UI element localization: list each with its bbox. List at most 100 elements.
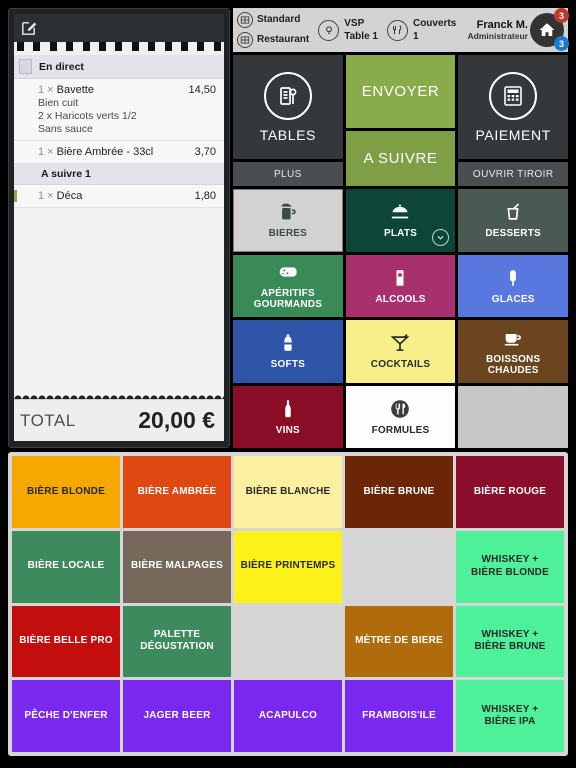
category-tile-empty [458,385,568,448]
upper-region: En direct 1 × Bavette 14,50 Bien cuit 2 x Ha… [8,8,569,448]
product-tile-bi-re-ambr-e[interactable]: BIÈRE AMBRÉE [123,456,231,528]
receipt-tear-edge [14,393,224,399]
notification-badge-blue[interactable]: 3 [554,36,569,51]
product-label: PÊCHE D'ENFER [24,709,108,721]
category-label: BIERES [268,228,308,240]
product-label: PALETTE DÉGUSTATION [140,628,214,653]
category-label: FORMULES [371,424,430,436]
mode-selector[interactable]: Standard Restaurant [237,12,309,48]
product-tile-frambois-ile[interactable]: FRAMBOIS'ILE [345,680,453,752]
total-value: 20,00 € [138,407,215,433]
product-tile-p-che-d-enfer[interactable]: PÊCHE D'ENFER [12,680,120,752]
product-tile-m-tre-de-biere[interactable]: MÈTRE DE BIERE [345,605,453,678]
dessert-cup-icon [502,201,524,223]
receipt-line-item[interactable]: 1 × Déca 1,80 [14,185,224,208]
category-tile-boissons-chaudes[interactable]: BOISSONS CHAUDES [458,320,568,383]
coffee-cup-icon [502,327,524,349]
item-price: 3,70 [194,146,216,158]
product-tile-whiskey-bi-re-brune[interactable]: WHISKEY + BIÈRE BRUNE [456,605,564,678]
receipt-edit-bar[interactable] [14,14,224,42]
user-name: Franck M. [476,19,528,31]
section-note-icon [19,59,32,74]
send-button[interactable]: ENVOYER [345,55,456,128]
category-tile-bieres[interactable]: BIERES [233,189,343,252]
item-name: Bavette [56,84,94,96]
sausage-icon [277,261,299,283]
line-body: 1 × Bière Ambrée - 33cl 3,70 [17,146,216,158]
category-tile-plats[interactable]: PLATS [345,189,456,252]
soda-bottle-icon [277,332,299,354]
product-tile-bi-re-brune[interactable]: BIÈRE BRUNE [345,456,453,528]
category-tile-vins[interactable]: VINS [233,385,343,448]
product-tile-acapulco[interactable]: ACAPULCO [234,680,342,752]
category-tile-softs[interactable]: SOFTS [233,320,343,383]
product-tile-bi-re-belle-pro[interactable]: BIÈRE BELLE PRO [12,605,120,678]
location-pin-icon [318,19,340,41]
category-tile-alcools[interactable]: ALCOOLS [345,254,456,317]
chevron-down-icon[interactable] [432,228,450,246]
product-tile-whiskey-bi-re-ipa[interactable]: WHISKEY + BIÈRE IPA [456,680,564,752]
product-tile-bi-re-blanche[interactable]: BIÈRE BLANCHE [234,456,342,528]
product-label: BIÈRE MALPAGES [130,560,224,572]
product-label: JAGER BEER [143,709,211,721]
tables-button[interactable]: TABLES [233,55,343,159]
product-tile-palette-d-gustation[interactable]: PALETTE DÉGUSTATION [123,605,231,678]
product-label: BIÈRE BELLE PRO [19,635,113,647]
location-label: VSP [344,18,365,29]
user-info[interactable]: Franck M. Administrateur [468,19,530,41]
category-label: BOISSONS CHAUDES [485,353,541,376]
product-label: BIÈRE LOCALE [27,560,105,572]
category-tile-ap-ritifs-gourmands[interactable]: APÉRITIFS GOURMANDS [233,254,343,317]
category-tile-desserts[interactable]: DESSERTS [458,189,568,252]
edit-pencil-icon[interactable] [20,20,37,37]
category-tile-glaces[interactable]: GLACES [458,254,568,317]
category-tile-cocktails[interactable]: COCKTAILS [345,320,456,383]
notification-badge-red[interactable]: 3 [554,8,569,23]
line-body: 1 × Bavette 14,50 Bien cuit 2 x Haricots ve… [17,84,216,135]
follow-button[interactable]: A SUIVRE [345,130,456,186]
receipt-line-item[interactable]: 1 × Bavette 14,50 Bien cuit 2 x Haricots ve… [14,79,224,141]
table-selector[interactable]: VSP Table 1 [318,17,378,43]
location-value: Table 1 [344,31,378,42]
category-label: DESSERTS [485,228,541,240]
glass-icon [389,267,411,289]
tables-icon [263,71,312,120]
mode-primary-label: Standard [257,13,301,25]
wine-bottle-icon [277,398,299,420]
right-panel: Standard Restaurant VSP Table 1 Couverts… [230,8,569,448]
item-qty: 1 × [38,84,57,96]
receipt-section-header: En direct [14,55,224,79]
product-tile-empty [345,531,453,603]
category-label: COCKTAILS [370,359,431,371]
home-button-wrap[interactable]: 3 3 [530,8,569,51]
tables-action-column: TABLES PLUS [233,55,343,186]
product-label: WHISKEY + BIÈRE BRUNE [474,628,546,653]
receipt-line-item[interactable]: 1 × Bière Ambrée - 33cl 3,70 [14,141,224,164]
product-tile-bi-re-blonde[interactable]: BIÈRE BLONDE [12,456,120,528]
line-body: 1 × Déca 1,80 [17,190,216,202]
plus-button[interactable]: PLUS [233,162,343,186]
receipt-total-row: TOTAL 20,00 € [14,399,224,441]
grid-icon [237,32,253,48]
product-tile-bi-re-malpages[interactable]: BIÈRE MALPAGES [123,530,231,603]
receipt-sections: En direct 1 × Bavette 14,50 Bien cuit 2 x Ha… [14,55,224,208]
action-buttons: TABLES PLUS ENVOYER A SUIVRE PAIEMENT OU… [233,52,569,186]
product-tile-whiskey-bi-re-blonde[interactable]: WHISKEY + BIÈRE BLONDE [456,530,564,603]
receipt-section-header: A suivre 1 [14,164,224,185]
product-label: BIÈRE BLONDE [27,485,105,497]
user-role: Administrateur [467,31,528,41]
product-tile-bi-re-printemps[interactable]: BIÈRE PRINTEMPS [234,530,342,603]
payment-button[interactable]: PAIEMENT [458,55,569,159]
category-tile-formules[interactable]: FORMULES [345,385,456,448]
cutlery-icon [386,19,408,41]
product-tile-jager-beer[interactable]: JAGER BEER [123,680,231,752]
category-label: SOFTS [270,359,305,371]
beer-mug-icon [277,201,299,223]
product-tile-bi-re-locale[interactable]: BIÈRE LOCALE [12,530,120,603]
product-label: MÈTRE DE BIERE [355,635,443,647]
product-tile-bi-re-rouge[interactable]: BIÈRE ROUGE [456,456,564,528]
product-label: BIÈRE PRINTEMPS [240,560,336,572]
total-label: TOTAL [20,410,76,430]
open-drawer-button[interactable]: OUVRIR TIROIR [458,162,569,186]
covers-selector[interactable]: Couverts 1 [386,17,456,43]
